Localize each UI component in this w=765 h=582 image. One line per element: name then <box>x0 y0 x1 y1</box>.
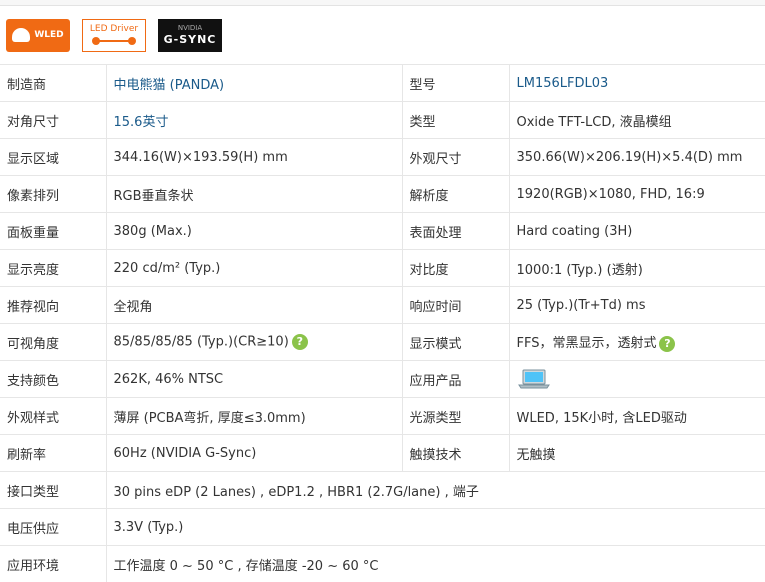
table-row: 可视角度 85/85/85/85 (Typ.)(CR≥10)? 显示模式 FFS… <box>0 323 765 361</box>
feature-badges: WLED LED Driver NVIDIA G-SYNC <box>0 6 765 64</box>
spec-label: 像素排列 <box>0 175 106 213</box>
spec-value-cell: 85/85/85/85 (Typ.)(CR≥10)? <box>105 323 402 361</box>
spec-value: 薄屏 (PCBA弯折, 厚度≤3.0mm) <box>105 397 402 435</box>
spec-value: Oxide TFT-LCD, 液晶模组 <box>508 101 765 139</box>
help-icon[interactable]: ? <box>659 335 676 352</box>
spec-value: 60Hz (NVIDIA G-Sync) <box>105 434 402 472</box>
nvidia-gsync-badge: NVIDIA G-SYNC <box>158 18 222 52</box>
table-row: 应用环境 工作温度 0 ~ 50 °C , 存储温度 -20 ~ 60 °C <box>0 545 765 582</box>
spec-value: 350.66(W)×206.19(H)×5.4(D) mm <box>508 138 765 176</box>
led-driver-label: LED Driver <box>89 23 139 34</box>
spec-label: 支持颜色 <box>0 360 106 398</box>
led-driver-badge: LED Driver <box>82 18 146 52</box>
model-link[interactable]: LM156LFDL03 <box>508 64 765 102</box>
spec-table: 制造商 中电熊猫 (PANDA) 型号 LM156LFDL03 对角尺寸 15.… <box>0 64 765 582</box>
diagonal-size-link[interactable]: 15.6英寸 <box>105 101 402 139</box>
spec-label: 触摸技术 <box>401 434 509 472</box>
spec-value: 无触摸 <box>508 434 765 472</box>
table-row: 推荐视向 全视角 响应时间 25 (Typ.)(Tr+Td) ms <box>0 286 765 324</box>
spec-label: 表面处理 <box>401 212 509 250</box>
table-row: 显示区域 344.16(W)×193.59(H) mm 外观尺寸 350.66(… <box>0 138 765 176</box>
table-row: 对角尺寸 15.6英寸 类型 Oxide TFT-LCD, 液晶模组 <box>0 101 765 139</box>
spec-value: Hard coating (3H) <box>508 212 765 250</box>
spec-label: 光源类型 <box>401 397 509 435</box>
spec-label: 面板重量 <box>0 212 106 250</box>
gsync-label: G-SYNC <box>163 32 217 46</box>
spec-value: 全视角 <box>105 286 402 324</box>
spec-value: 25 (Typ.)(Tr+Td) ms <box>508 286 765 324</box>
spec-value: 1000:1 (Typ.) (透射) <box>508 249 765 287</box>
spec-label: 响应时间 <box>401 286 509 324</box>
nvidia-label: NVIDIA <box>177 23 203 32</box>
spec-label: 接口类型 <box>0 471 106 509</box>
spec-value: RGB垂直条状 <box>105 175 402 213</box>
table-row: 制造商 中电熊猫 (PANDA) 型号 LM156LFDL03 <box>0 64 765 102</box>
spec-label: 应用产品 <box>401 360 509 398</box>
spec-label: 解析度 <box>401 175 509 213</box>
spec-value: 3.3V (Typ.) <box>105 508 765 546</box>
table-row: 刷新率 60Hz (NVIDIA G-Sync) 触摸技术 无触摸 <box>0 434 765 472</box>
bulb-icon <box>12 28 31 42</box>
spec-label: 制造商 <box>0 64 106 102</box>
spec-label: 显示模式 <box>401 323 509 361</box>
table-row: 接口类型 30 pins eDP (2 Lanes) , eDP1.2 , HB… <box>0 471 765 509</box>
spec-label: 型号 <box>401 64 509 102</box>
spec-value: 30 pins eDP (2 Lanes) , eDP1.2 , HBR1 (2… <box>105 471 765 509</box>
spec-label: 电压供应 <box>0 508 106 546</box>
laptop-icon[interactable] <box>517 368 551 390</box>
table-row: 显示亮度 220 cd/m² (Typ.) 对比度 1000:1 (Typ.) … <box>0 249 765 287</box>
spec-value: 344.16(W)×193.59(H) mm <box>105 138 402 176</box>
wled-badge: WLED <box>6 18 70 52</box>
spec-value: FFS，常黑显示，透射式 <box>516 336 657 352</box>
application-cell <box>508 360 765 398</box>
spec-label: 外观尺寸 <box>401 138 509 176</box>
spec-value: 262K, 46% NTSC <box>105 360 402 398</box>
manufacturer-link[interactable]: 中电熊猫 (PANDA) <box>105 64 402 102</box>
spec-label: 显示区域 <box>0 138 106 176</box>
spec-label: 应用环境 <box>0 545 106 582</box>
spec-label: 外观样式 <box>0 397 106 435</box>
table-row: 支持颜色 262K, 46% NTSC 应用产品 <box>0 360 765 398</box>
table-row: 面板重量 380g (Max.) 表面处理 Hard coating (3H) <box>0 212 765 250</box>
spec-value: 工作温度 0 ~ 50 °C , 存储温度 -20 ~ 60 °C <box>105 545 765 582</box>
spec-label: 刷新率 <box>0 434 106 472</box>
wled-badge-label: WLED <box>34 30 64 40</box>
spec-value: WLED, 15K小时, 含LED驱动 <box>508 397 765 435</box>
spec-label: 显示亮度 <box>0 249 106 287</box>
driver-circuit-icon <box>90 35 138 47</box>
table-row: 电压供应 3.3V (Typ.) <box>0 508 765 546</box>
spec-label: 推荐视向 <box>0 286 106 324</box>
spec-label: 类型 <box>401 101 509 139</box>
spec-value: 1920(RGB)×1080, FHD, 16:9 <box>508 175 765 213</box>
spec-label: 对角尺寸 <box>0 101 106 139</box>
table-row: 外观样式 薄屏 (PCBA弯折, 厚度≤3.0mm) 光源类型 WLED, 15… <box>0 397 765 435</box>
spec-label: 可视角度 <box>0 323 106 361</box>
spec-value: 220 cd/m² (Typ.) <box>105 249 402 287</box>
spec-value: 85/85/85/85 (Typ.)(CR≥10) <box>113 334 289 350</box>
help-icon[interactable]: ? <box>291 334 308 350</box>
spec-label: 对比度 <box>401 249 509 287</box>
spec-value: 380g (Max.) <box>105 212 402 250</box>
table-row: 像素排列 RGB垂直条状 解析度 1920(RGB)×1080, FHD, 16… <box>0 175 765 213</box>
spec-value-cell: FFS，常黑显示，透射式? <box>508 323 765 361</box>
